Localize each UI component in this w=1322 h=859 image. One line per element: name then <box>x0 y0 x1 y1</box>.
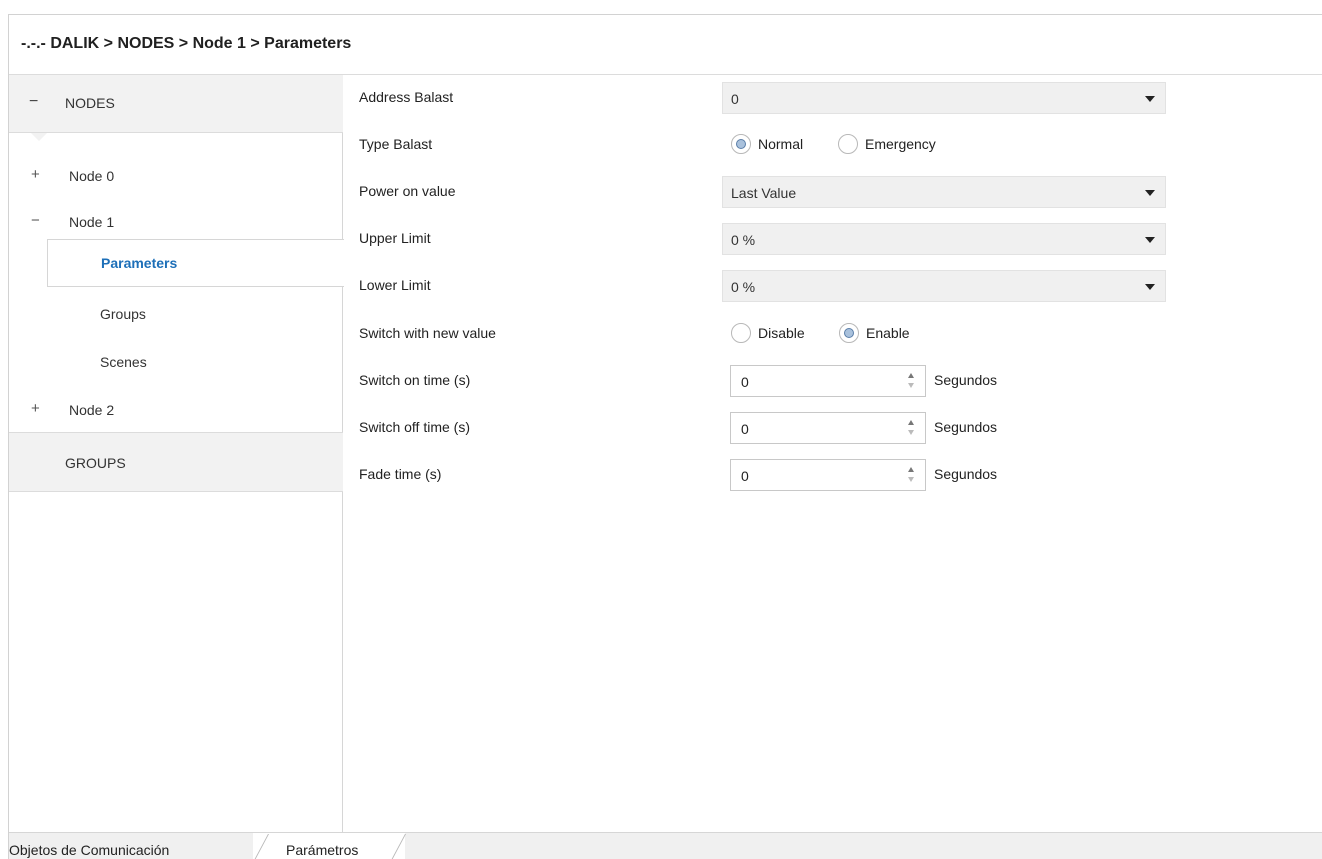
param-row-lower-limit: Lower Limit 0 % <box>344 263 1322 309</box>
chevron-down-icon <box>1145 237 1155 243</box>
top-margin <box>0 0 1322 14</box>
expand-icon[interactable]: + <box>31 400 40 417</box>
param-label: Address Balast <box>359 89 454 105</box>
parameters-panel: Address Balast 0 Type Balast Normal Emer… <box>344 75 1322 832</box>
tab-objetos-comunicacion[interactable]: Objetos de Comunicación <box>9 842 169 858</box>
sidebar-header-label: NODES <box>65 95 115 111</box>
chevron-down-icon <box>1145 96 1155 102</box>
param-row-address-balast: Address Balast 0 <box>344 75 1322 121</box>
breadcrumb: -.-.- DALIK > NODES > Node 1 > Parameter… <box>9 15 1322 75</box>
dropdown-value: 0 % <box>731 279 756 295</box>
spin-up-icon[interactable] <box>908 373 914 378</box>
spin-down-icon[interactable] <box>908 383 914 388</box>
param-row-switch-on-time: Switch on time (s) 0 Segundos <box>344 358 1322 404</box>
param-label: Type Balast <box>359 136 433 152</box>
chevron-down-icon <box>1145 284 1155 290</box>
spin-up-icon[interactable] <box>908 467 914 472</box>
dropdown-value: 0 % <box>731 232 756 248</box>
sidebar-item-parameters[interactable]: Parameters <box>47 239 344 287</box>
expand-icon[interactable]: + <box>31 166 40 183</box>
dropdown-value: Last Value <box>731 185 797 201</box>
param-label: Power on value <box>359 183 456 199</box>
sidebar-header-label: GROUPS <box>65 455 126 471</box>
header-notch <box>31 133 47 141</box>
radio-selected-icon[interactable] <box>839 323 859 343</box>
sidebar-item-label: Node 0 <box>69 168 115 184</box>
radio-label: Emergency <box>865 136 936 152</box>
upper-limit-dropdown[interactable]: 0 % <box>722 223 1166 255</box>
spin-down-icon[interactable] <box>908 477 914 482</box>
sidebar-item-label: Node 1 <box>69 214 115 230</box>
radio-unselected-icon[interactable] <box>838 134 858 154</box>
sidebar-item-node-2[interactable]: + Node 2 <box>9 387 343 433</box>
param-label: Switch on time (s) <box>359 372 471 388</box>
sidebar-item-scenes[interactable]: Scenes <box>9 339 343 385</box>
switch-off-time-spinbox[interactable]: 0 <box>730 412 926 444</box>
switch-on-time-spinbox[interactable]: 0 <box>730 365 926 397</box>
unit-label: Segundos <box>934 466 998 482</box>
unit-label: Segundos <box>934 419 998 435</box>
parameters-window: -.-.- DALIK > NODES > Node 1 > Parameter… <box>8 14 1322 859</box>
collapse-icon[interactable]: − <box>29 93 38 111</box>
param-label: Switch with new value <box>359 325 496 341</box>
sidebar-item-groups[interactable]: Groups <box>9 291 343 337</box>
address-balast-dropdown[interactable]: 0 <box>722 82 1166 114</box>
breadcrumb-text: -.-.- DALIK > NODES > Node 1 > Parameter… <box>21 35 352 52</box>
param-row-type-balast: Type Balast Normal Emergency <box>344 122 1322 168</box>
spin-down-icon[interactable] <box>908 430 914 435</box>
sidebar-item-label: Node 2 <box>69 402 115 418</box>
sidebar-item-label: Parameters <box>101 255 178 271</box>
sidebar-header-nodes[interactable]: − NODES <box>9 75 343 133</box>
param-row-switch-new-value: Switch with new value Disable Enable <box>344 311 1322 357</box>
param-row-fade-time: Fade time (s) 0 Segundos <box>344 452 1322 498</box>
sidebar-header-groups[interactable]: GROUPS <box>9 432 343 492</box>
collapse-icon[interactable]: − <box>31 212 40 229</box>
param-row-power-on-value: Power on value Last Value <box>344 169 1322 215</box>
param-label: Fade time (s) <box>359 466 442 482</box>
lower-limit-dropdown[interactable]: 0 % <box>722 270 1166 302</box>
radio-selected-icon[interactable] <box>731 134 751 154</box>
radio-unselected-icon[interactable] <box>731 323 751 343</box>
bottom-tab-bar: Objetos de Comunicación Parámetros <box>9 832 1322 859</box>
dropdown-value: 0 <box>731 91 739 107</box>
radio-label: Enable <box>866 325 910 341</box>
param-row-upper-limit: Upper Limit 0 % <box>344 216 1322 262</box>
spinbox-value: 0 <box>741 374 749 390</box>
chevron-down-icon <box>1145 190 1155 196</box>
spin-up-icon[interactable] <box>908 420 914 425</box>
sidebar-item-label: Scenes <box>100 354 147 370</box>
spinbox-value: 0 <box>741 421 749 437</box>
tab-parametros[interactable]: Parámetros <box>286 842 358 858</box>
unit-label: Segundos <box>934 372 998 388</box>
param-row-switch-off-time: Switch off time (s) 0 Segundos <box>344 405 1322 451</box>
radio-label: Normal <box>758 136 804 152</box>
spinbox-value: 0 <box>741 468 749 484</box>
sidebar-item-label: Groups <box>100 306 146 322</box>
sidebar: − NODES + Node 0 − Node 1 Parameters Gro… <box>9 75 344 832</box>
param-label: Lower Limit <box>359 277 431 293</box>
radio-label: Disable <box>758 325 805 341</box>
sidebar-item-node-0[interactable]: + Node 0 <box>9 153 343 199</box>
param-label: Upper Limit <box>359 230 431 246</box>
power-on-value-dropdown[interactable]: Last Value <box>722 176 1166 208</box>
param-label: Switch off time (s) <box>359 419 470 435</box>
fade-time-spinbox[interactable]: 0 <box>730 459 926 491</box>
